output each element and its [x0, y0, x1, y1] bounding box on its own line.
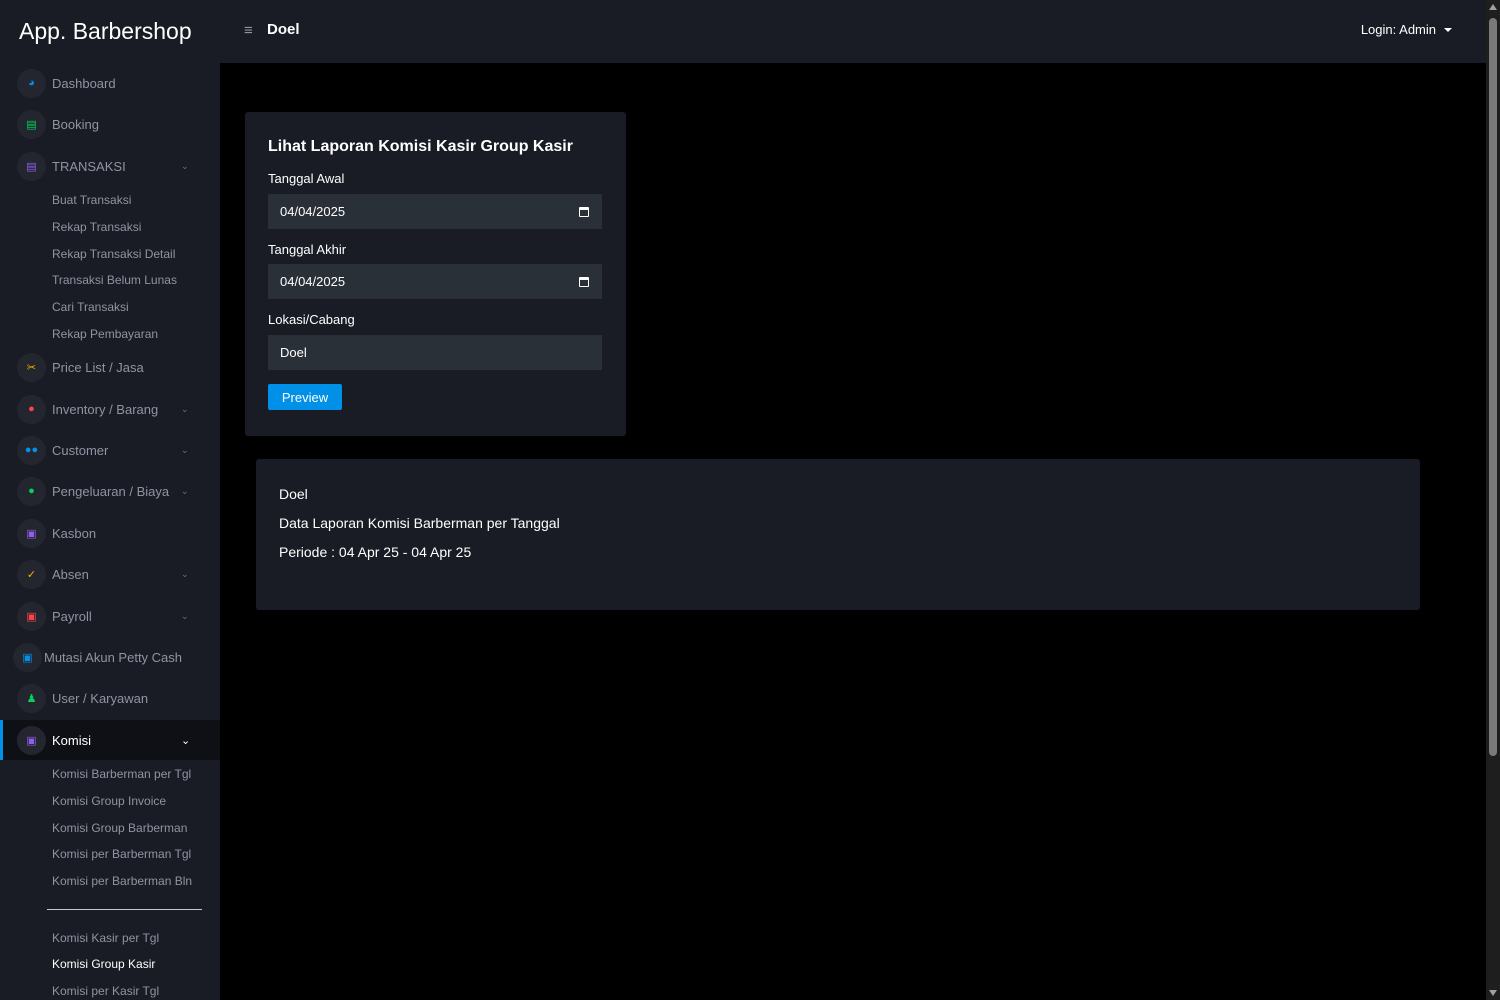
scissors-icon: ✂	[17, 352, 46, 382]
user-icon: ♟	[17, 683, 46, 713]
chevron-down-icon: ⌄	[181, 403, 189, 414]
cash-blue-icon: ▣	[13, 642, 42, 672]
sidebar-item-user-karyawan[interactable]: ♟ User / Karyawan	[0, 680, 220, 716]
clipboard-icon: ▤	[17, 109, 46, 139]
sidebar-item-customer[interactable]: ●● Customer ⌄	[0, 432, 220, 468]
chevron-down-icon: ⌄	[181, 610, 189, 621]
sidebar-sub-komisi-per-barberman-tgl[interactable]: Komisi per Barberman Tgl	[52, 847, 191, 861]
sidebar-sub-transaksi-belum-lunas[interactable]: Transaksi Belum Lunas	[52, 273, 177, 287]
sidebar-sub-rekap-transaksi-detail[interactable]: Rekap Transaksi Detail	[52, 247, 175, 261]
sidebar: ◕ Dashboard ▤ Booking ▤ TRANSAKSI ⌄ Buat…	[0, 63, 220, 1000]
result-report-title: Data Laporan Komisi Barberman per Tangga…	[279, 515, 560, 531]
users-icon: ●●	[17, 435, 46, 465]
sidebar-sub-komisi-barberman-tgl[interactable]: Komisi Barberman per Tgl	[52, 767, 191, 781]
end-date-value: 04/04/2025	[280, 274, 346, 289]
end-date-label: Tanggal Akhir	[268, 242, 347, 257]
chevron-down-icon: ⌄	[181, 734, 191, 747]
sidebar-item-label: Payroll	[52, 608, 92, 624]
scroll-up-icon[interactable]	[1489, 4, 1497, 10]
brand-title[interactable]: App. Barbershop	[0, 0, 220, 63]
sidebar-item-label: User / Karyawan	[52, 690, 149, 706]
speedometer-icon: ◕	[17, 68, 46, 98]
scroll-down-icon[interactable]	[1489, 990, 1497, 996]
location-label: Lokasi/Cabang	[268, 312, 355, 327]
cash-red-icon: ▣	[17, 601, 46, 631]
sidebar-sub-buat-transaksi[interactable]: Buat Transaksi	[52, 193, 131, 207]
sidebar-item-booking[interactable]: ▤ Booking	[0, 106, 220, 142]
scroll-thumb[interactable]	[1489, 18, 1497, 756]
preview-button[interactable]: Preview	[268, 384, 342, 410]
shield-icon: ●	[17, 394, 46, 424]
login-label: Login: Admin	[1360, 22, 1436, 37]
caret-down-icon	[1444, 27, 1452, 32]
check-icon: ✓	[17, 559, 46, 589]
result-location: Doel	[279, 486, 308, 502]
sidebar-sub-komisi-group-kasir[interactable]: Komisi Group Kasir	[52, 957, 155, 971]
page-title: Doel	[267, 21, 300, 38]
sidebar-item-label: Pengeluaran / Biaya	[52, 483, 170, 499]
sidebar-sub-komisi-per-barberman-bln[interactable]: Komisi per Barberman Bln	[52, 874, 192, 888]
sidebar-item-price-list[interactable]: ✂ Price List / Jasa	[0, 349, 220, 385]
chevron-down-icon: ⌄	[181, 568, 189, 579]
sidebar-item-label: Customer	[52, 442, 109, 458]
sidebar-item-pengeluaran[interactable]: ● Pengeluaran / Biaya ⌄	[0, 473, 220, 509]
report-result-card: Doel Data Laporan Komisi Barberman per T…	[256, 459, 1420, 610]
active-indicator	[0, 720, 3, 760]
end-date-input[interactable]: 04/04/2025	[268, 264, 602, 299]
receipt-icon: ▤	[17, 151, 46, 181]
chevron-down-icon: ⌄	[181, 444, 189, 455]
sidebar-item-kasbon[interactable]: ▣ Kasbon	[0, 515, 220, 551]
sidebar-item-label: Komisi	[52, 732, 92, 748]
sidebar-item-label: TRANSAKSI	[52, 158, 126, 174]
sidebar-item-payroll[interactable]: ▣ Payroll ⌄	[0, 598, 220, 634]
page-scrollbar[interactable]	[1486, 0, 1500, 1000]
calendar-icon[interactable]	[579, 207, 589, 217]
sidebar-item-dashboard[interactable]: ◕ Dashboard	[0, 65, 220, 101]
chevron-down-icon: ⌄	[181, 485, 189, 496]
sidebar-item-label: Price List / Jasa	[52, 359, 144, 375]
shield-check-icon: ●	[17, 476, 46, 506]
sidebar-item-absen[interactable]: ✓ Absen ⌄	[0, 556, 220, 592]
sidebar-item-label: Dashboard	[52, 75, 116, 91]
start-date-label: Tanggal Awal	[268, 171, 345, 186]
start-date-value: 04/04/2025	[280, 204, 346, 219]
login-dropdown[interactable]: Login: Admin	[1361, 22, 1452, 37]
sidebar-sub-rekap-transaksi[interactable]: Rekap Transaksi	[52, 220, 141, 234]
top-header: App. Barbershop ≡ Doel Login: Admin	[0, 0, 1486, 63]
sidebar-sub-cari-transaksi[interactable]: Cari Transaksi	[52, 300, 129, 314]
sidebar-item-transaksi[interactable]: ▤ TRANSAKSI ⌄	[0, 148, 220, 184]
sidebar-sub-komisi-kasir-tgl[interactable]: Komisi Kasir per Tgl	[52, 931, 159, 945]
sidebar-item-mutasi-petty-cash[interactable]: ▣ Mutasi Akun Petty Cash	[0, 639, 220, 675]
cash-purple-icon: ▣	[17, 725, 46, 755]
sidebar-item-label: Inventory / Barang	[52, 401, 159, 417]
menu-toggle-icon[interactable]: ≡	[244, 22, 253, 39]
start-date-input[interactable]: 04/04/2025	[268, 194, 602, 229]
sidebar-sub-rekap-pembayaran[interactable]: Rekap Pembayaran	[52, 327, 158, 341]
report-form-card: Lihat Laporan Komisi Kasir Group Kasir T…	[245, 112, 626, 436]
sidebar-divider	[47, 909, 202, 910]
location-select[interactable]: Doel	[268, 335, 602, 370]
sidebar-item-label: Booking	[52, 116, 99, 132]
sidebar-sub-komisi-group-invoice[interactable]: Komisi Group Invoice	[52, 794, 166, 808]
sidebar-item-label: Absen	[52, 566, 89, 582]
cash-icon: ▣	[17, 518, 46, 548]
sidebar-item-label: Kasbon	[52, 525, 97, 541]
chevron-down-icon: ⌄	[181, 160, 189, 171]
location-value: Doel	[280, 345, 307, 360]
form-title: Lihat Laporan Komisi Kasir Group Kasir	[268, 138, 573, 155]
result-period: Periode : 04 Apr 25 - 04 Apr 25	[279, 544, 472, 560]
sidebar-sub-komisi-per-kasir-tgl[interactable]: Komisi per Kasir Tgl	[52, 984, 159, 998]
calendar-icon[interactable]	[579, 277, 589, 287]
sidebar-item-inventory[interactable]: ● Inventory / Barang ⌄	[0, 391, 220, 427]
sidebar-sub-komisi-group-barberman[interactable]: Komisi Group Barberman	[52, 821, 187, 835]
sidebar-item-komisi[interactable]: ▣ Komisi ⌄	[0, 720, 220, 760]
sidebar-item-label: Mutasi Akun Petty Cash	[44, 649, 183, 665]
